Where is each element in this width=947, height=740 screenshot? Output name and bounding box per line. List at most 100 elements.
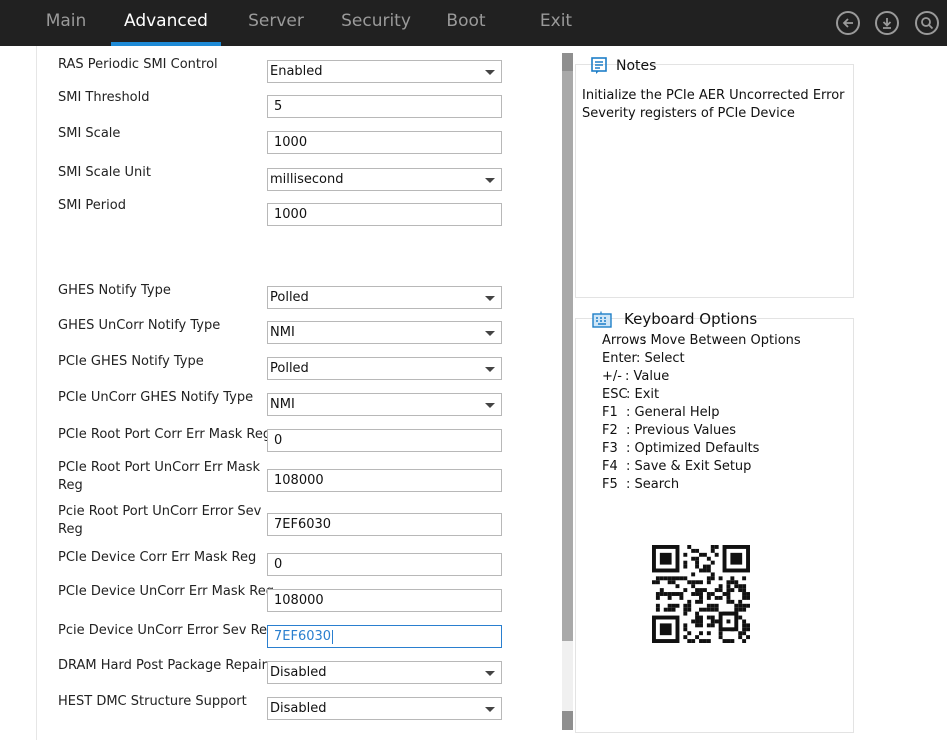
setting-value-text: Disabled <box>270 701 327 716</box>
setting-label: SMI Scale <box>58 126 121 141</box>
notes-icon <box>591 57 607 74</box>
shortcut-description: : Optimized Defaults <box>626 441 760 456</box>
setting-label: Pcie Root Port UnCorr Error Sev Reg <box>58 504 262 537</box>
setting-value-text: 7EF6030 <box>274 517 332 532</box>
chevron-down-icon[interactable] <box>485 178 495 183</box>
setting-label: PCIe GHES Notify Type <box>58 354 204 369</box>
keyboard-shortcut: ESC: Exit <box>602 387 659 402</box>
setting-value-input[interactable]: 108000 <box>267 469 502 492</box>
setting-label: Pcie Device UnCorr Error Sev Reg <box>58 623 276 638</box>
setting-label: HEST DMC Structure Support <box>58 694 247 709</box>
keyboard-shortcut: F5: Search <box>602 477 679 492</box>
setting-value-select[interactable]: NMI <box>267 321 502 344</box>
setting-value-text: 108000 <box>274 593 324 608</box>
shortcut-description: : Previous Values <box>626 423 737 438</box>
save-download-icon[interactable] <box>875 11 899 35</box>
setting-value-text: 1000 <box>274 207 308 222</box>
bios-setup-window: Main Advanced Server Security Boot Exit … <box>0 0 947 740</box>
keyboard-shortcut: F1: General Help <box>602 405 720 420</box>
setting-label: SMI Threshold <box>58 90 150 105</box>
setting-label: PCIe Device UnCorr Err Mask Reg <box>58 584 274 599</box>
shortcut-description: : General Help <box>626 405 720 420</box>
setting-value-input[interactable]: 108000 <box>267 589 502 612</box>
keyboard-shortcut: Arrows: Move Between Options <box>602 333 801 348</box>
shortcut-description: : Save & Exit Setup <box>626 459 752 474</box>
setting-label: SMI Scale Unit <box>58 165 152 180</box>
scroll-thumb[interactable] <box>562 71 573 641</box>
setting-value-text: Polled <box>270 361 309 376</box>
tab-advanced[interactable]: Advanced <box>111 0 221 46</box>
top-nav-bar: Main Advanced Server Security Boot Exit <box>0 0 947 46</box>
chevron-down-icon[interactable] <box>485 671 495 676</box>
chevron-down-icon[interactable] <box>485 296 495 301</box>
setting-value-select[interactable]: Polled <box>267 357 502 380</box>
shortcut-description: : Select <box>636 351 685 366</box>
setting-value-select[interactable]: NMI <box>267 393 502 416</box>
setting-value-text: millisecond <box>270 172 344 187</box>
keyboard-options-title: Keyboard Options <box>624 310 758 328</box>
shortcut-description: : Value <box>625 369 670 384</box>
qr-code <box>652 545 750 643</box>
chevron-down-icon[interactable] <box>485 367 495 372</box>
keyboard-shortcut: F4: Save & Exit Setup <box>602 459 751 474</box>
tab-server[interactable]: Server <box>240 0 312 46</box>
setting-value-text: Enabled <box>270 64 323 79</box>
setting-value-text: 7EF6030 <box>274 629 332 644</box>
setting-value-text: Polled <box>270 290 309 305</box>
setting-value-select[interactable]: Polled <box>267 286 502 309</box>
setting-value-text: 0 <box>274 433 283 448</box>
setting-value-text: NMI <box>270 325 295 340</box>
chevron-down-icon[interactable] <box>485 707 495 712</box>
tab-boot[interactable]: Boot <box>440 0 492 46</box>
setting-value-text: 0 <box>274 557 283 572</box>
tab-main[interactable]: Main <box>35 0 97 46</box>
setting-value-input[interactable]: 0 <box>267 553 502 576</box>
setting-label: PCIe Root Port Corr Err Mask Reg <box>58 427 272 442</box>
settings-scrollbar[interactable] <box>562 53 573 730</box>
setting-value-text: 108000 <box>274 473 324 488</box>
shortcut-description: : Move Between Options <box>642 333 801 348</box>
setting-value-text: 1000 <box>274 135 308 150</box>
chevron-down-icon[interactable] <box>485 331 495 336</box>
chevron-down-icon[interactable] <box>485 403 495 408</box>
back-icon[interactable] <box>836 11 860 35</box>
tab-exit[interactable]: Exit <box>533 0 579 46</box>
shortcut-description: : Search <box>626 477 680 492</box>
keyboard-icon <box>592 311 612 328</box>
scroll-down-button[interactable] <box>562 711 573 730</box>
setting-value-input[interactable]: 7EF6030 <box>267 513 502 536</box>
setting-label: DRAM Hard Post Package Repair <box>58 658 267 673</box>
shortcut-key: Arrows <box>602 333 647 348</box>
setting-label: PCIe Root Port UnCorr Err Mask Reg <box>58 460 261 493</box>
setting-value-input[interactable]: 0 <box>267 429 502 452</box>
chevron-down-icon[interactable] <box>485 70 495 75</box>
keyboard-options-panel: Keyboard Options Arrows: Move Between Op… <box>575 310 854 733</box>
keyboard-shortcut: Enter: Select <box>602 351 685 366</box>
tab-security[interactable]: Security <box>336 0 416 46</box>
notes-text: Initialize the PCIe AER Uncorrected Erro… <box>582 88 845 121</box>
setting-value-text: Disabled <box>270 665 327 680</box>
shortcut-description: : Exit <box>626 387 660 402</box>
setting-label: PCIe UnCorr GHES Notify Type <box>58 390 254 405</box>
setting-value-input[interactable]: 7EF6030 <box>267 625 502 648</box>
setting-label: GHES UnCorr Notify Type <box>58 318 221 333</box>
setting-value-select[interactable]: Disabled <box>267 697 502 720</box>
setting-value-select[interactable]: millisecond <box>267 168 502 191</box>
setting-value-select[interactable]: Disabled <box>267 661 502 684</box>
setting-label: RAS Periodic SMI Control <box>58 57 218 72</box>
keyboard-shortcut: F2: Previous Values <box>602 423 736 438</box>
scroll-up-button[interactable] <box>562 53 573 71</box>
setting-label: GHES Notify Type <box>58 283 171 298</box>
setting-value-text: NMI <box>270 397 295 412</box>
notes-panel: Notes Initialize the PCIe AER Uncorrecte… <box>575 57 854 298</box>
setting-value-select[interactable]: Enabled <box>267 60 502 83</box>
settings-list: RAS Periodic SMI Control Enabled SMI Thres… <box>36 46 560 740</box>
setting-value-input[interactable]: 1000 <box>267 131 502 154</box>
search-icon[interactable] <box>915 11 939 35</box>
setting-value-text: 5 <box>274 99 283 114</box>
setting-value-input[interactable]: 5 <box>267 95 502 118</box>
keyboard-shortcut: +/-: Value <box>602 369 669 384</box>
notes-title: Notes <box>616 58 657 74</box>
text-cursor <box>332 629 334 644</box>
setting-value-input[interactable]: 1000 <box>267 203 502 226</box>
